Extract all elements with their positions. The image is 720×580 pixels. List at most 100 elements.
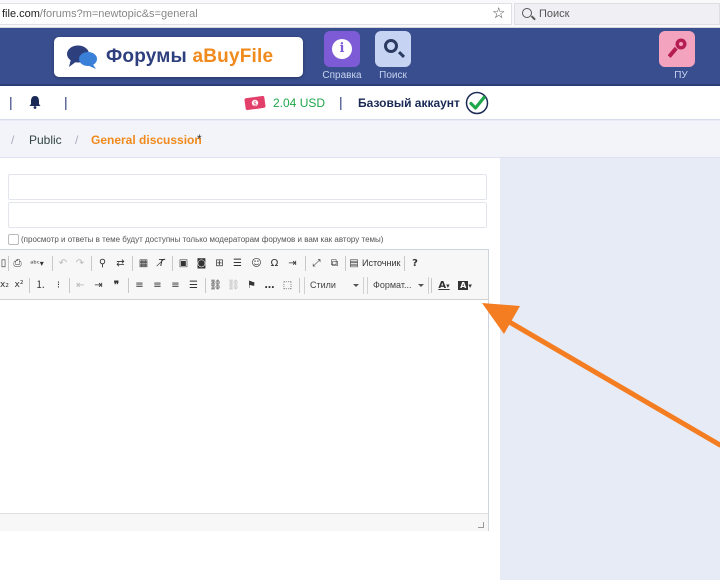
image-icon[interactable]: ▣ — [177, 255, 190, 272]
text-color-label: A — [438, 280, 447, 291]
outdent-icon[interactable]: ⇤ — [74, 277, 87, 294]
styles-dropdown-label: Стили — [310, 280, 336, 290]
align-center-icon[interactable]: ≡ — [151, 277, 164, 294]
logo-text: Форумы aBuyFile — [106, 46, 273, 68]
toolbar-separator — [132, 256, 133, 271]
help-button[interactable]: i — [324, 31, 360, 67]
topic-subject-input[interactable] — [8, 174, 487, 200]
chevron-down-icon — [353, 284, 359, 287]
url-host: file.com — [2, 8, 40, 20]
superscript-icon[interactable]: x² — [13, 277, 25, 294]
chevron-down-icon: ▾ — [468, 282, 472, 290]
print-icon[interactable]: ⎙ — [11, 255, 24, 272]
toolbar-separator — [205, 278, 206, 293]
link-icon[interactable]: ⛓ — [209, 277, 222, 294]
source-button[interactable]: Источник — [362, 255, 402, 272]
maximize-icon[interactable]: ⤢ — [310, 255, 323, 272]
divider: | — [339, 94, 343, 110]
unlink-icon[interactable]: ⛓ — [227, 277, 240, 294]
search-button-label[interactable]: Поиск — [363, 70, 423, 81]
subscript-icon[interactable]: x₂ — [0, 277, 9, 294]
toolbar-separator — [345, 256, 346, 271]
format-dropdown-label: Формат... — [373, 280, 412, 290]
undo-icon[interactable]: ↶ — [57, 255, 69, 272]
moderators-only-checkbox[interactable] — [8, 234, 19, 245]
indent-icon[interactable]: ⇥ — [92, 277, 105, 294]
control-panel-label[interactable]: ПУ — [651, 70, 711, 81]
moderators-only-label: (просмотр и ответы в теме будут доступны… — [21, 235, 384, 244]
check-icon — [465, 91, 489, 115]
toolbar-row-1: ▯ ⎙ ᵃᵇᶜ▾ ↶ ↷ ⚲ ⇄ ▦ T̸ ▣ ◙ ⊞ ☰ ☺ Ω ⇥ ⤢ ⧉ … — [0, 253, 488, 275]
bell-icon[interactable] — [28, 95, 42, 109]
chevron-down-icon: ▾ — [446, 282, 450, 290]
toolbar-separator — [91, 256, 92, 271]
show-blocks-icon[interactable]: ⧉ — [328, 255, 341, 272]
breadcrumb-general-discussion[interactable]: General discussion — [91, 133, 202, 147]
toolbar-separator — [52, 256, 53, 271]
star-icon[interactable]: ☆ — [492, 4, 505, 22]
user-status-bar: | | $ 2.04 USD | Базовый аккаунт — [0, 86, 720, 120]
search-button[interactable] — [375, 31, 411, 67]
toolbar-separator — [8, 256, 9, 271]
resize-icon[interactable] — [478, 522, 484, 528]
rich-text-editor: ▯ ⎙ ᵃᵇᶜ▾ ↶ ↷ ⚲ ⇄ ▦ T̸ ▣ ◙ ⊞ ☰ ☺ Ω ⇥ ⤢ ⧉ … — [0, 249, 489, 531]
remove-format-icon[interactable]: T̸ — [155, 255, 168, 272]
spellcheck-icon[interactable]: ᵃᵇᶜ▾ — [27, 255, 47, 272]
align-left-icon[interactable]: ≡ — [133, 277, 146, 294]
required-marker: * — [197, 132, 202, 146]
toolbar-separator — [305, 256, 306, 271]
select-all-icon[interactable]: ▦ — [137, 255, 150, 272]
account-type[interactable]: Базовый аккаунт — [358, 96, 460, 110]
editor-toolbar: ▯ ⎙ ᵃᵇᶜ▾ ↶ ↷ ⚲ ⇄ ▦ T̸ ▣ ◙ ⊞ ☰ ☺ Ω ⇥ ⤢ ⧉ … — [0, 250, 488, 300]
account-balance[interactable]: 2.04 USD — [273, 96, 325, 110]
bg-color-button[interactable]: A ▾ — [456, 277, 474, 294]
replace-icon[interactable]: ⇄ — [114, 255, 127, 272]
info-icon: i — [332, 39, 352, 59]
special-char-icon[interactable]: Ω — [268, 255, 281, 272]
address-bar[interactable]: file.com/forums?m=newtopic&s=general — [0, 3, 512, 25]
breadcrumb: / Public / General discussion * — [0, 121, 720, 158]
breadcrumb-public[interactable]: Public — [29, 133, 62, 147]
control-panel-button[interactable] — [659, 31, 695, 67]
smiley-icon[interactable]: ☺ — [250, 255, 263, 272]
find-icon[interactable]: ⚲ — [96, 255, 109, 272]
svg-text:$: $ — [253, 101, 257, 108]
numbered-list-icon[interactable]: ⒈ — [34, 277, 47, 294]
toolbar-separator — [404, 256, 405, 271]
bulleted-list-icon[interactable]: ⁝ — [52, 277, 65, 294]
blockquote-icon[interactable]: ❞ — [110, 277, 123, 294]
topic-description-input[interactable] — [8, 202, 487, 228]
help-toolbar-button[interactable]: ? — [409, 255, 421, 272]
table-icon[interactable]: ⊞ — [213, 255, 226, 272]
search-icon — [384, 39, 398, 53]
toolbar-separator — [299, 278, 300, 293]
toolbar-separator — [431, 278, 432, 293]
url-path: /forums?m=newtopic&s=general — [39, 8, 198, 20]
toolbar-row-2: x₂ x² ⒈ ⁝ ⇤ ⇥ ❞ ≡ ≡ ≡ ☰ ⛓ ⛓ ⚑ … ⬚ Стили … — [0, 275, 488, 297]
source-icon[interactable]: ▤ — [349, 255, 359, 272]
browser-search-placeholder: Поиск — [539, 8, 570, 20]
align-justify-icon[interactable]: ☰ — [187, 277, 200, 294]
align-right-icon[interactable]: ≡ — [169, 277, 182, 294]
breadcrumb-separator: / — [11, 133, 15, 147]
browser-search-input[interactable]: Поиск — [514, 3, 720, 25]
chat-bubbles-icon — [67, 45, 97, 69]
anchor-flag-icon[interactable]: ⚑ — [245, 277, 258, 294]
logo-text-accent: aBuyFile — [192, 46, 274, 67]
media-icon[interactable]: ◙ — [195, 255, 208, 272]
editor-content-area[interactable] — [0, 301, 488, 513]
horizontal-line-icon[interactable]: ☰ — [231, 255, 244, 272]
money-icon[interactable]: $ — [244, 95, 266, 111]
page-break-icon[interactable]: ⇥ — [286, 255, 299, 272]
search-icon — [522, 8, 532, 18]
format-dropdown[interactable]: Формат... — [367, 277, 429, 294]
more-icon[interactable]: … — [263, 277, 276, 294]
text-color-button[interactable]: A▾ — [435, 277, 453, 294]
styles-dropdown[interactable]: Стили — [304, 277, 364, 294]
site-logo[interactable]: Форумы aBuyFile — [54, 37, 303, 77]
toolbar-separator — [172, 256, 173, 271]
redo-icon[interactable]: ↷ — [74, 255, 86, 272]
site-header: Форумы aBuyFile i Справка Поиск ПУ — [0, 28, 720, 86]
iframe-icon[interactable]: ⬚ — [281, 277, 294, 294]
paste-icon[interactable]: ▯ — [0, 255, 7, 272]
